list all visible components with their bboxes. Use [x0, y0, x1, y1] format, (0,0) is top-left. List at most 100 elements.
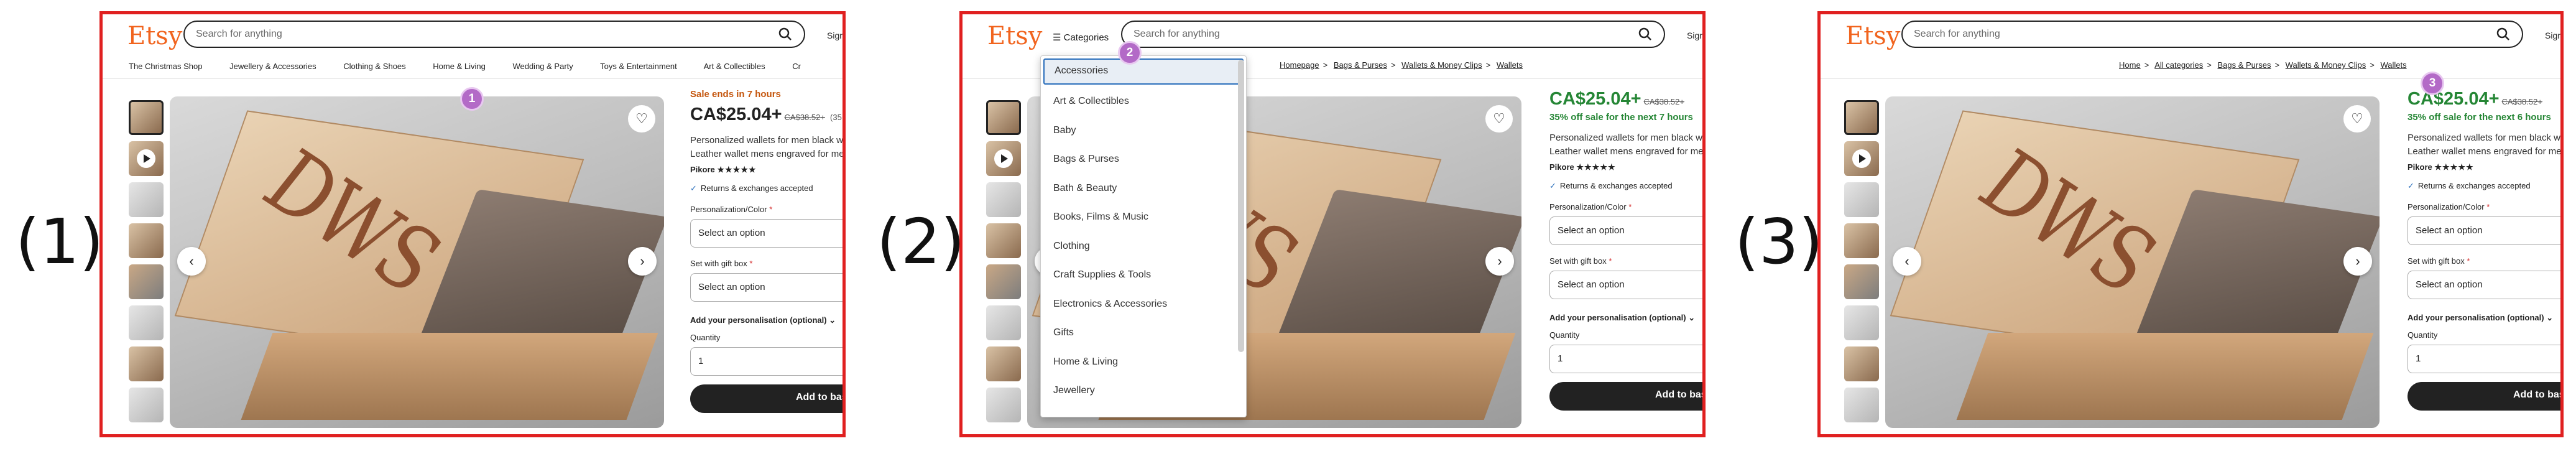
- gift-box-select[interactable]: Select an option: [690, 273, 843, 302]
- breadcrumb-all-categories[interactable]: All categories: [2154, 60, 2203, 70]
- prev-image-arrow[interactable]: ‹: [1893, 247, 1921, 276]
- favorite-heart-icon[interactable]: ♡: [628, 105, 655, 133]
- breadcrumb-homepage[interactable]: Homepage: [1280, 60, 1319, 70]
- dropdown-item-gifts[interactable]: Gifts: [1041, 318, 1246, 348]
- thumbnail-1[interactable]: [986, 100, 1021, 135]
- dropdown-item-clothing[interactable]: Clothing: [1041, 232, 1246, 261]
- dropdown-item-home[interactable]: Home & Living: [1041, 348, 1246, 377]
- signin-link[interactable]: Sign: [1687, 30, 1702, 40]
- thumbnail-3[interactable]: [1844, 182, 1879, 217]
- prev-image-arrow[interactable]: ‹: [177, 247, 206, 276]
- add-personalisation-toggle[interactable]: Add your personalisation (optional) ⌄: [690, 315, 843, 325]
- nav-toys[interactable]: Toys & Entertainment: [600, 62, 677, 71]
- favorite-heart-icon[interactable]: ♡: [1485, 105, 1513, 133]
- quantity-select[interactable]: 1: [690, 347, 843, 376]
- thumbnail-5[interactable]: [1844, 264, 1879, 299]
- breadcrumb-wallets[interactable]: Wallets: [1497, 60, 1523, 70]
- breadcrumb-home[interactable]: Home: [2119, 60, 2141, 70]
- required-mark: *: [749, 259, 753, 268]
- nav-craft[interactable]: Cr: [792, 62, 801, 71]
- next-image-arrow[interactable]: ›: [1485, 247, 1514, 276]
- next-image-arrow[interactable]: ›: [2343, 247, 2372, 276]
- product-image: DWS ♡ ‹ ›: [1885, 96, 2380, 428]
- video-thumbnail[interactable]: [1844, 141, 1879, 176]
- quantity-label: Quantity: [690, 333, 721, 342]
- personalization-select[interactable]: Select an option: [2407, 216, 2560, 245]
- quantity-select[interactable]: 1: [1549, 345, 1702, 373]
- thumbnail-1[interactable]: [129, 100, 164, 135]
- search-icon[interactable]: [2496, 27, 2511, 45]
- shop-rating: Pikore ★★★★★: [690, 165, 843, 175]
- add-personalisation-toggle[interactable]: Add your personalisation (optional) ⌄: [1549, 313, 1702, 323]
- favorite-heart-icon[interactable]: ♡: [2343, 105, 2371, 133]
- gift-box-select[interactable]: Select an option: [1549, 271, 1702, 299]
- search-icon[interactable]: [778, 27, 793, 45]
- shop-name[interactable]: Pikore: [1549, 162, 1574, 172]
- video-thumbnail[interactable]: [986, 141, 1021, 176]
- thumbnail-5[interactable]: [129, 264, 164, 299]
- thumbnail-4[interactable]: [986, 223, 1021, 258]
- thumbnail-5[interactable]: [986, 264, 1021, 299]
- etsy-logo[interactable]: Etsy: [127, 22, 182, 50]
- search-icon[interactable]: [1638, 27, 1653, 45]
- nav-wedding[interactable]: Wedding & Party: [512, 62, 573, 71]
- nav-jewellery[interactable]: Jewellery & Accessories: [229, 62, 316, 71]
- breadcrumb-wallets[interactable]: Wallets: [2380, 60, 2406, 70]
- etsy-logo[interactable]: Etsy: [987, 22, 1042, 50]
- search-bar[interactable]: Search for anything: [1901, 21, 2523, 48]
- add-to-basket-button[interactable]: Add to bas: [2407, 382, 2560, 411]
- search-bar[interactable]: Search for anything: [183, 21, 805, 48]
- thumbnail-6[interactable]: [1844, 305, 1879, 340]
- dropdown-item-books[interactable]: Books, Films & Music: [1041, 203, 1246, 232]
- thumbnail-7[interactable]: [129, 346, 164, 381]
- thumbnail-8[interactable]: [129, 388, 164, 422]
- category-nav: The Christmas Shop Jewellery & Accessori…: [129, 62, 826, 71]
- etsy-logo[interactable]: Etsy: [1845, 22, 1900, 50]
- thumbnail-4[interactable]: [129, 223, 164, 258]
- thumbnail-3[interactable]: [986, 182, 1021, 217]
- dropdown-scrollbar[interactable]: [1238, 60, 1244, 352]
- personalization-label-text: Personalization/Color: [1549, 202, 1627, 212]
- dropdown-item-craft[interactable]: Craft Supplies & Tools: [1041, 261, 1246, 290]
- breadcrumb-bags[interactable]: Bags & Purses: [2217, 60, 2271, 70]
- signin-link[interactable]: Sign: [2545, 30, 2560, 40]
- next-image-arrow[interactable]: ›: [628, 247, 657, 276]
- categories-button[interactable]: ☰ Categories: [1053, 32, 1109, 43]
- thumbnail-8[interactable]: [986, 388, 1021, 422]
- add-to-basket-button[interactable]: Add to bas: [1549, 382, 1702, 411]
- dropdown-item-baby[interactable]: Baby: [1041, 116, 1246, 146]
- thumbnail-6[interactable]: [986, 305, 1021, 340]
- dropdown-item-accessories[interactable]: Accessories: [1043, 58, 1244, 85]
- nav-home[interactable]: Home & Living: [433, 62, 486, 71]
- thumbnail-4[interactable]: [1844, 223, 1879, 258]
- dropdown-item-jewellery[interactable]: Jewellery: [1041, 376, 1246, 406]
- dropdown-item-bath[interactable]: Bath & Beauty: [1041, 174, 1246, 203]
- thumbnail-3[interactable]: [129, 182, 164, 217]
- personalization-select[interactable]: Select an option: [1549, 216, 1702, 245]
- dropdown-item-bags[interactable]: Bags & Purses: [1041, 145, 1246, 174]
- nav-clothing[interactable]: Clothing & Shoes: [343, 62, 405, 71]
- thumbnail-7[interactable]: [986, 346, 1021, 381]
- shop-name[interactable]: Pikore: [690, 165, 715, 174]
- thumbnail-7[interactable]: [1844, 346, 1879, 381]
- nav-art[interactable]: Art & Collectibles: [704, 62, 765, 71]
- shop-name[interactable]: Pikore: [2407, 162, 2432, 172]
- quantity-select[interactable]: 1: [2407, 345, 2560, 373]
- nav-christmas[interactable]: The Christmas Shop: [129, 62, 203, 71]
- add-personalisation-toggle[interactable]: Add your personalisation (optional) ⌄: [2407, 313, 2560, 323]
- dropdown-item-art[interactable]: Art & Collectibles: [1041, 87, 1246, 116]
- breadcrumb-bags[interactable]: Bags & Purses: [1334, 60, 1387, 70]
- breadcrumb-wallets-clips[interactable]: Wallets & Money Clips: [2286, 60, 2366, 70]
- video-thumbnail[interactable]: [129, 141, 164, 176]
- gift-box-select[interactable]: Select an option: [2407, 271, 2560, 299]
- thumbnail-1[interactable]: [1844, 100, 1879, 135]
- add-to-basket-button[interactable]: Add to bas: [690, 384, 843, 413]
- dropdown-item-electronics[interactable]: Electronics & Accessories: [1041, 290, 1246, 319]
- thumbnail-strip: [129, 100, 164, 429]
- breadcrumb-wallets-clips[interactable]: Wallets & Money Clips: [1401, 60, 1482, 70]
- search-bar[interactable]: Search for anything: [1121, 21, 1665, 48]
- thumbnail-6[interactable]: [129, 305, 164, 340]
- signin-link[interactable]: Sign: [827, 30, 843, 40]
- personalization-select[interactable]: Select an option: [690, 219, 843, 248]
- thumbnail-8[interactable]: [1844, 388, 1879, 422]
